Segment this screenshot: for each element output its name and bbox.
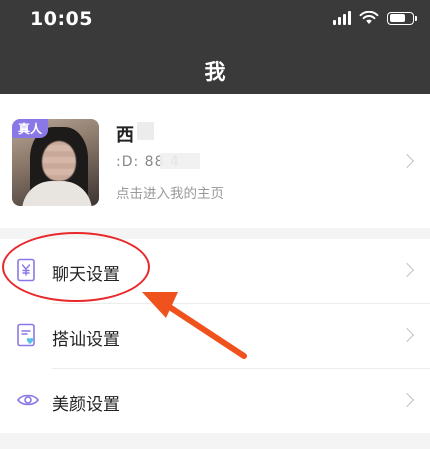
menu-item-label: 美颜设置 xyxy=(52,395,120,415)
chevron-right-icon xyxy=(399,327,415,343)
wifi-icon xyxy=(359,11,379,24)
page-title: 我 xyxy=(204,60,226,84)
chevron-right-icon xyxy=(399,392,415,408)
menu-item-label: 搭讪设置 xyxy=(52,330,120,350)
name-redaction xyxy=(137,122,154,140)
cellular-signal-icon xyxy=(333,11,351,25)
annotation-ellipse xyxy=(2,232,150,302)
verified-badge: 真人 xyxy=(12,119,49,138)
avatar[interactable]: 真人 xyxy=(12,119,99,206)
profile-hint: 点击进入我的主页 xyxy=(116,186,224,202)
battery-icon xyxy=(387,11,417,25)
status-time: 10:05 xyxy=(30,8,93,30)
top-bar: 10:05 我 xyxy=(0,0,430,94)
id-redaction xyxy=(160,153,200,169)
user-name: 西 xyxy=(116,125,134,146)
profile-card[interactable]: 真人 西 :D: 88 4 点击进入我的主页 xyxy=(0,94,430,228)
chevron-right-icon xyxy=(399,262,415,278)
blurred-face xyxy=(42,141,76,181)
status-icons xyxy=(333,11,417,25)
chevron-right-icon xyxy=(399,153,415,169)
annotation-arrow-icon xyxy=(142,292,247,359)
eye-icon xyxy=(17,394,39,406)
heart-card-icon xyxy=(17,323,35,347)
menu-item-beauty-settings[interactable]: 美颜设置 xyxy=(0,369,430,433)
